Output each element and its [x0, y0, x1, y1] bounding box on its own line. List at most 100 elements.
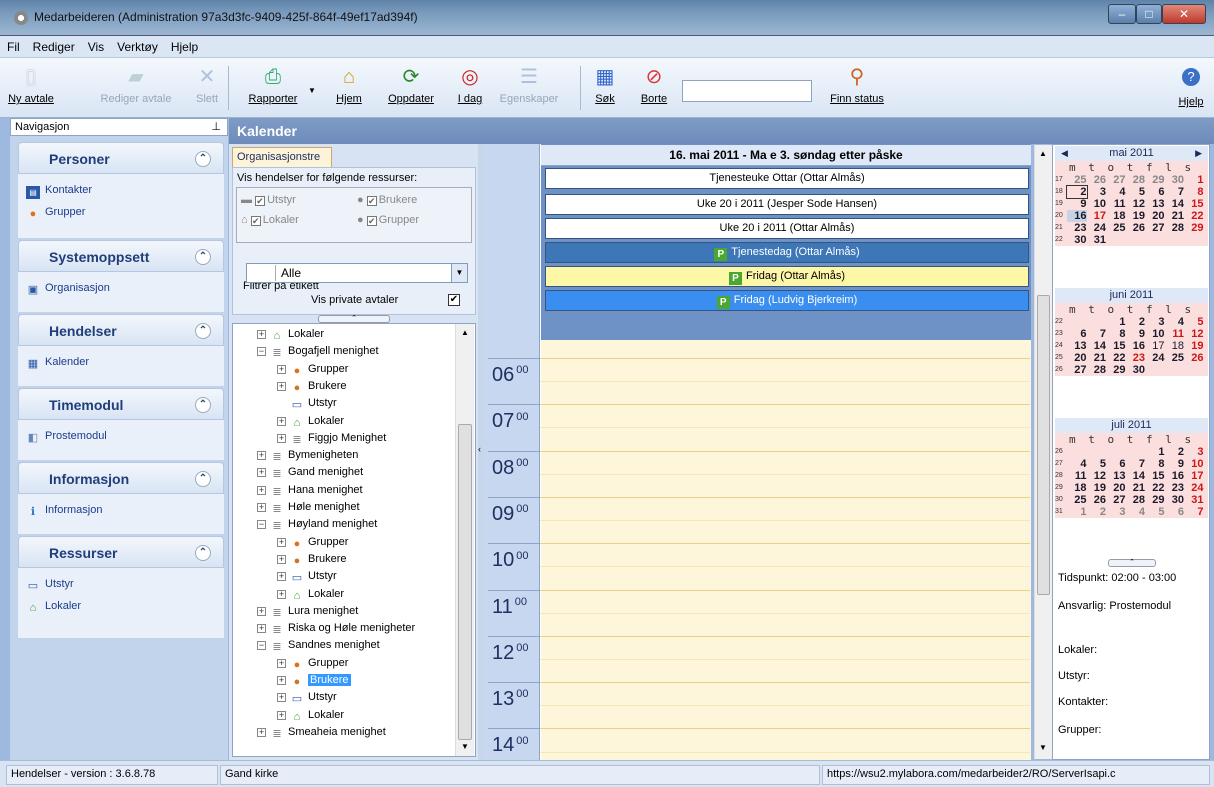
day-cell[interactable]: 2 [1066, 185, 1088, 199]
scrollbar-thumb[interactable] [1037, 295, 1050, 595]
day-cell[interactable]: 23 [1067, 222, 1086, 234]
reports-button[interactable]: ⎙ Rapporter [240, 64, 306, 105]
calendar-event[interactable]: Uke 20 i 2011 (Ottar Almås) [545, 218, 1029, 239]
day-cell[interactable]: 4 [1126, 506, 1145, 518]
checkbox[interactable]: ✔ [366, 216, 377, 226]
day-cell[interactable]: 20 [1145, 210, 1164, 222]
day-cell[interactable]: 9 [1067, 198, 1086, 210]
collapse-node-icon[interactable]: − [257, 347, 266, 357]
collapse-calendar-grip[interactable]: ⌃ [1108, 559, 1156, 567]
day-cell[interactable]: 27 [1106, 494, 1125, 506]
day-cell[interactable]: 16 [1067, 210, 1087, 222]
day-cell[interactable]: 26 [1087, 174, 1106, 186]
calendar-scrollbar[interactable]: ▲ ▼ [1034, 145, 1052, 759]
collapse-node-icon[interactable]: − [257, 641, 266, 651]
day-cell[interactable]: 3 [1184, 446, 1203, 458]
close-button[interactable]: ✕ [1162, 4, 1206, 24]
scroll-down-icon[interactable]: ▼ [461, 742, 469, 751]
day-cell[interactable]: 11 [1106, 198, 1126, 210]
find-status-input[interactable] [682, 80, 812, 102]
tree-node[interactable]: + ▭ Utstyr [277, 567, 337, 585]
day-cell[interactable]: 2 [1165, 446, 1184, 458]
expand-node-icon[interactable]: + [277, 416, 286, 426]
calendar-event[interactable]: P Tjenestedag (Ottar Almås) [545, 242, 1029, 263]
calendar-event[interactable]: P Fridag (Ottar Almås) [545, 266, 1029, 287]
day-cell[interactable]: 15 [1106, 340, 1125, 352]
day-cell[interactable]: 1 [1067, 506, 1086, 518]
day-cell[interactable]: 19 [1184, 340, 1203, 352]
collapse-icon[interactable]: ⌃ [195, 151, 211, 167]
scroll-down-icon[interactable]: ▼ [1039, 743, 1047, 752]
day-cell[interactable]: 30 [1126, 364, 1145, 376]
tree-node[interactable]: + ▭ Utstyr [277, 688, 337, 706]
expand-node-icon[interactable]: + [257, 624, 266, 634]
day-cell[interactable]: 6 [1106, 458, 1125, 470]
day-cell[interactable]: 20 [1106, 482, 1125, 494]
tree-scrollbar[interactable]: ▲ ▼ [455, 324, 474, 756]
day-cell[interactable]: 21 [1087, 352, 1106, 364]
calendar-event[interactable]: P Fridag (Ludvig Bjerkreim) [545, 290, 1029, 311]
day-cell[interactable]: 25 [1067, 174, 1086, 186]
calendar-event[interactable]: Uke 20 i 2011 (Jesper Sode Hansen) [545, 194, 1029, 215]
find-status-button[interactable]: ⚲ Finn status [820, 64, 894, 105]
checkbox[interactable]: ✔ [366, 196, 377, 206]
day-cell[interactable]: 25 [1165, 352, 1184, 364]
day-cell[interactable]: 26 [1087, 494, 1106, 506]
day-cell[interactable]: 28 [1126, 174, 1145, 186]
tree-node[interactable]: + ≣ Riska og Høle menigheter [257, 619, 415, 637]
day-cell[interactable]: 24 [1087, 222, 1106, 234]
nav-item-informasjon[interactable]: ℹ Informasjon [22, 500, 224, 522]
day-cell[interactable]: 18 [1067, 482, 1086, 494]
delete-button[interactable]: ✕ Slett [190, 64, 224, 105]
day-cell[interactable]: 29 [1106, 364, 1125, 376]
tree-node[interactable]: + ● Grupper [277, 360, 348, 378]
search-button[interactable]: ▦ Søk [590, 64, 620, 105]
dropdown-arrow-icon[interactable]: ▼ [451, 264, 467, 282]
tree-node[interactable]: ▭ Utstyr [277, 394, 337, 412]
tree-node[interactable]: + ≣ Høle menighet [257, 498, 360, 516]
nav-item-utstyr[interactable]: ▭ Utstyr [22, 574, 224, 596]
menu-hjelp[interactable]: Hjelp [164, 36, 204, 54]
checkbox[interactable]: ✔ [250, 216, 261, 226]
day-cell[interactable]: 8 [1106, 328, 1125, 340]
expand-node-icon[interactable]: + [257, 451, 266, 461]
expand-node-icon[interactable]: + [277, 589, 286, 599]
day-cell[interactable]: 28 [1126, 494, 1145, 506]
day-cell[interactable]: 13 [1067, 340, 1086, 352]
expand-node-icon[interactable]: + [277, 433, 286, 443]
day-cell[interactable]: 10 [1087, 198, 1106, 210]
res-grupper[interactable]: ● ✔ Grupper [357, 214, 419, 226]
collapse-panel-grip[interactable]: ⌃ [318, 315, 390, 323]
day-cell[interactable]: 24 [1145, 352, 1164, 364]
tree-node[interactable]: + ● Brukere [277, 671, 351, 689]
collapse-icon[interactable]: ⌃ [195, 249, 211, 265]
tree-node[interactable]: − ≣ Bogafjell menighet [257, 342, 379, 360]
day-cell[interactable]: 9 [1126, 328, 1145, 340]
day-cell[interactable]: 9 [1165, 458, 1184, 470]
tree-node[interactable]: + ⌂ Lokaler [277, 706, 344, 724]
day-cell[interactable]: 6 [1165, 506, 1184, 518]
today-button[interactable]: ◎ I dag [452, 64, 488, 105]
tree-node[interactable]: + ● Grupper [277, 654, 348, 672]
day-cell[interactable]: 1 [1145, 446, 1164, 458]
day-cell[interactable]: 19 [1126, 210, 1145, 222]
day-cell[interactable]: 21 [1165, 210, 1184, 222]
menu-fil[interactable]: Fil [0, 36, 26, 54]
pin-icon[interactable]: ⊥ [211, 120, 221, 133]
collapse-icon[interactable]: ⌃ [195, 323, 211, 339]
day-cell[interactable]: 28 [1165, 222, 1184, 234]
expand-node-icon[interactable]: + [277, 381, 286, 391]
collapse-icon[interactable]: ⌃ [195, 397, 211, 413]
collapse-icon[interactable]: ⌃ [195, 471, 211, 487]
day-time-area[interactable] [541, 340, 1031, 760]
day-cell[interactable]: 26 [1126, 222, 1145, 234]
day-cell[interactable]: 22 [1145, 482, 1164, 494]
day-cell[interactable]: 5 [1184, 316, 1203, 328]
nav-item-grupper[interactable]: ● Grupper [22, 202, 224, 224]
expand-node-icon[interactable]: + [257, 330, 266, 339]
day-cell[interactable]: 14 [1087, 340, 1106, 352]
refresh-button[interactable]: ⟳ Oppdater [382, 64, 440, 105]
day-cell[interactable]: 2 [1087, 506, 1106, 518]
tree-node[interactable]: + ≣ Figgjo Menighet [277, 429, 386, 447]
day-cell[interactable]: 16 [1126, 340, 1145, 352]
